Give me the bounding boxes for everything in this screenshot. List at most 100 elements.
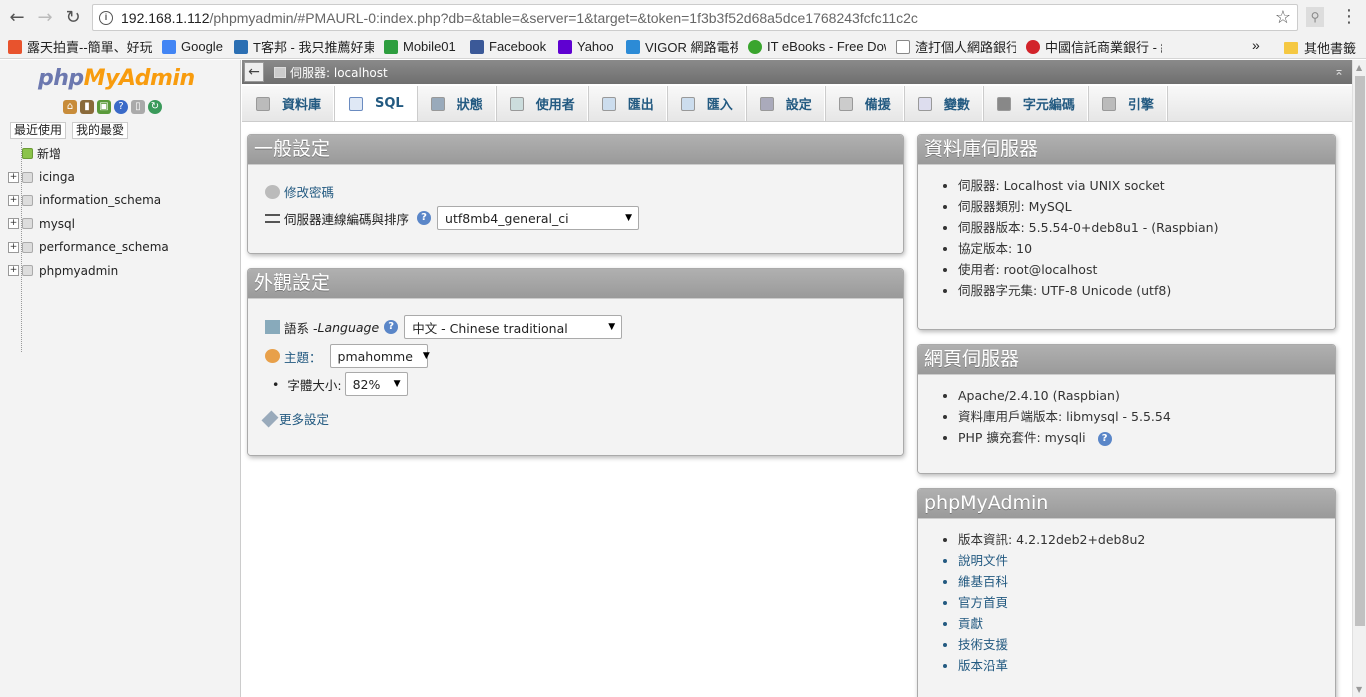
chevron-down-icon: ▼ [422,351,430,361]
scroll-down-icon[interactable]: ▼ [1356,685,1362,694]
theme-select[interactable]: pmahomme ▼ [329,344,430,368]
tab-import[interactable]: 匯入 [667,86,746,121]
panel-body: 修改密碼 伺服器連線編碼與排序 ? utf8mb4_general_ci ▼ [248,164,903,253]
tab-replication[interactable]: 備援 [825,86,904,121]
extension-icon[interactable]: ⚲ [1306,7,1324,27]
address-bar[interactable]: i 192.168.1.112/phpmyadmin/#PMAURL-0:ind… [92,4,1298,31]
tab-engines[interactable]: 引擎 [1088,86,1167,121]
support-link[interactable]: 技術支援 [958,634,1335,655]
bookmark-item[interactable]: Mobile01 [384,39,460,54]
tree-db-information-schema[interactable]: + information_schema [8,189,169,212]
collation-select[interactable]: utf8mb4_general_ci ▼ [437,206,640,230]
server-breadcrumb[interactable]: 伺服器: localhost [290,64,388,81]
tab-variables[interactable]: 變數 [904,86,983,121]
phpmyadmin-logo[interactable]: phpMyAdmin [38,66,195,91]
help-icon[interactable]: ? [417,211,432,225]
expand-icon[interactable]: + [8,218,19,230]
panel-title: phpMyAdmin [918,489,1335,518]
tab-charsets[interactable]: 字元編碼 [983,86,1088,121]
help-icon[interactable]: ? [1097,431,1112,446]
version-info: 版本資訊: 4.2.12deb2+deb8u2 [958,529,1335,550]
forward-button[interactable]: → [32,4,58,30]
scroll-up-icon[interactable]: ▲ [1356,63,1362,72]
tree-db-mysql[interactable]: + mysql [8,212,169,235]
exit-icon[interactable]: ▮ [80,100,94,114]
docs-icon[interactable]: ▯ [131,100,145,114]
tree-db-icinga[interactable]: + icinga [8,165,169,188]
theme-link[interactable]: 主題： [284,347,322,366]
expand-icon[interactable]: + [8,171,19,183]
tab-settings[interactable]: 設定 [746,86,825,121]
database-icon [22,171,33,183]
tab-export[interactable]: 匯出 [588,86,667,121]
bookmark-item[interactable]: 中國信託商業銀行 - 網 [1026,37,1162,56]
changelog-link[interactable]: 版本沿革 [958,655,1335,676]
sql-query-icon[interactable]: ▣ [97,100,111,114]
tab-status[interactable]: 狀態 [417,86,496,121]
more-bookmarks-button[interactable]: » [1252,37,1260,53]
bookmark-item[interactable]: Google [162,39,224,54]
reload-nav-icon[interactable]: ↻ [148,100,162,114]
recent-tab[interactable]: 最近使用 [10,122,67,139]
list-item: 伺服器類別: MySQL [958,196,1335,217]
wrench-icon [759,96,774,111]
mobile01-icon [384,39,398,54]
expand-icon[interactable]: + [8,265,19,277]
font-size-row: • 字體大小: 82% ▼ [272,372,408,396]
chevron-down-icon: ▼ [625,213,633,223]
database-icon [256,96,270,111]
change-password-row: 修改密碼 [265,182,334,201]
facebook-icon [470,39,484,54]
bookmark-item[interactable]: Facebook [470,39,548,54]
bookmark-item[interactable]: VIGOR 網路電視 [626,37,738,56]
collation-row: 伺服器連線編碼與排序 ? utf8mb4_general_ci ▼ [265,206,640,230]
tab-sql[interactable]: SQL [334,86,417,121]
tree-db-performance-schema[interactable]: + performance_schema [8,236,169,259]
sql-icon [349,96,364,111]
key-icon [265,184,280,199]
tree-db-phpmyadmin[interactable]: + phpmyadmin [8,259,169,282]
nav-icon-bar: ⌂ ▮ ▣ ? ▯ ↻ [63,100,162,114]
contribute-link[interactable]: 貢獻 [958,613,1335,634]
collapse-nav-button[interactable]: ← [244,62,264,82]
bookmark-item[interactable]: 露天拍賣--簡單、好玩 [8,37,152,56]
scroll-thumb[interactable] [1355,76,1365,626]
bookmark-item[interactable]: 渣打個人網路銀行 [896,37,1016,56]
list-item: PHP 擴充套件: mysqli? [958,427,1335,448]
bookmark-item[interactable]: Yahoo [558,39,616,54]
wiki-link[interactable]: 維基百科 [958,571,1335,592]
browser-menu-icon[interactable]: ⋮ [1340,7,1358,27]
itebooks-icon [748,39,762,54]
change-password-link[interactable]: 修改密碼 [284,182,334,201]
homepage-link[interactable]: 官方首頁 [958,592,1335,613]
expand-icon[interactable]: + [8,241,19,253]
other-bookmarks[interactable]: 其他書籤 [1284,38,1356,57]
main-content: ← 伺服器: localhost ⌅ 資料庫 SQL 狀態 使用者 匯出 匯入 … [242,60,1352,697]
page-scrollbar[interactable]: ▲ ▼ [1352,60,1366,697]
list-icon [265,213,280,223]
tkb-icon [234,39,248,54]
bookmark-item[interactable]: T客邦 - 我只推薦好東 [234,37,374,56]
help-icon[interactable]: ? [114,100,128,114]
page-icon [896,39,910,54]
font-size-select[interactable]: 82% ▼ [344,372,408,396]
back-button[interactable]: ← [4,4,30,30]
google-icon [162,39,176,54]
docs-link[interactable]: 說明文件 [958,550,1335,571]
home-icon[interactable]: ⌂ [63,100,77,114]
bookmark-item[interactable]: IT eBooks - Free Dow [748,39,886,54]
favorites-tab[interactable]: 我的最愛 [72,122,129,139]
help-icon[interactable]: ? [384,320,399,334]
tab-databases[interactable]: 資料庫 [242,86,335,121]
bookmark-star-icon[interactable]: ☆ [1275,7,1291,28]
list-item: 伺服器: Localhost via UNIX socket [958,175,1335,196]
more-settings-link[interactable]: 更多設定 [279,409,329,428]
scroll-top-icon[interactable]: ⌅ [1334,64,1344,78]
language-select[interactable]: 中文 - Chinese traditional ▼ [404,315,623,339]
expand-icon[interactable]: + [8,194,19,206]
tab-users[interactable]: 使用者 [496,86,588,121]
info-icon[interactable]: i [99,10,113,25]
new-database-item[interactable]: 新增 [8,142,169,165]
list-item: 使用者: root@localhost [958,259,1335,280]
reload-button[interactable]: ↻ [60,4,86,30]
